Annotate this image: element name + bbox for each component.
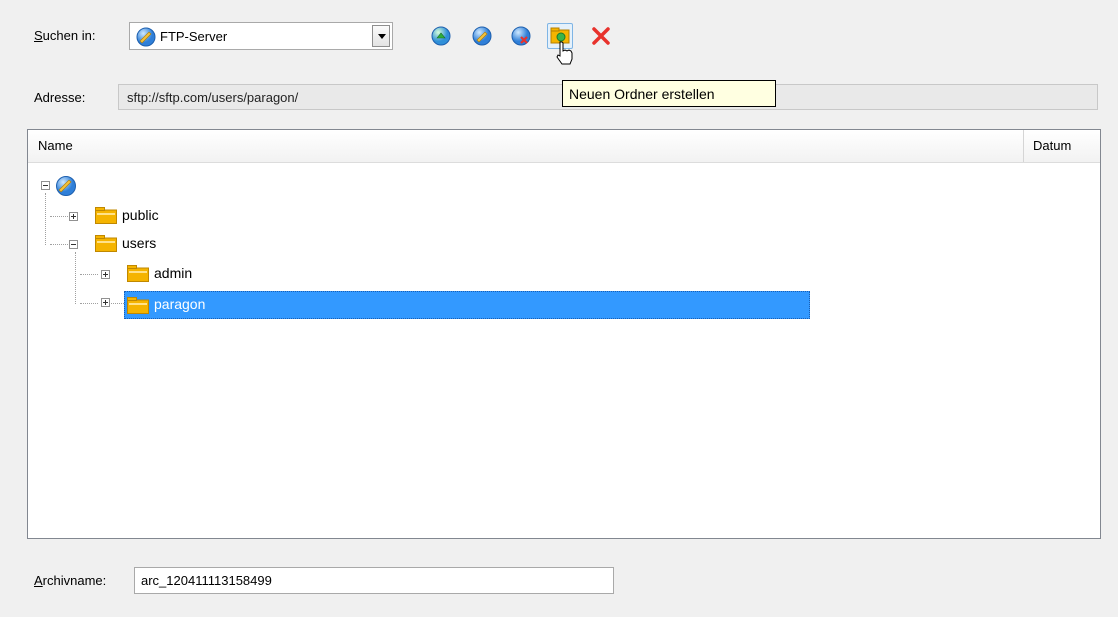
tree-item-public[interactable]: public [28, 205, 328, 227]
globe-delete-icon [511, 26, 531, 46]
search-in-label: Suchen in: [34, 28, 96, 43]
globe-icon [56, 176, 76, 196]
folder-icon [95, 207, 117, 224]
delete-x-icon [592, 27, 610, 45]
tree-item-label: admin [154, 265, 193, 281]
location-combo[interactable]: FTP-Server [129, 22, 393, 50]
collapse-toggle[interactable] [69, 240, 78, 249]
connect-button[interactable] [428, 23, 454, 49]
combo-dropdown-button[interactable] [372, 25, 390, 47]
expand-toggle[interactable] [101, 298, 110, 307]
location-value: FTP-Server [160, 29, 228, 44]
address-value: sftp://sftp.com/users/paragon/ [127, 90, 299, 105]
file-dialog: Suchen in: FTP-Server Adresse: sftp://sf… [0, 0, 1118, 617]
tree-item-label: public [122, 207, 159, 223]
tree-header: Name Datum [28, 130, 1100, 163]
tree-item-label: users [122, 235, 157, 251]
hand-cursor-icon [556, 41, 573, 65]
address-label: Adresse: [34, 90, 86, 105]
folder-tree[interactable]: Name Datum public users admin paragon [27, 129, 1101, 539]
globe-edit-icon [472, 26, 492, 46]
globe-icon [136, 27, 156, 47]
expand-toggle[interactable] [101, 270, 110, 279]
delete-button[interactable] [588, 23, 614, 49]
tree-item-paragon[interactable]: paragon [124, 291, 810, 319]
tooltip: Neuen Ordner erstellen [562, 80, 776, 107]
collapse-toggle[interactable] [41, 181, 50, 190]
expand-toggle[interactable] [69, 212, 78, 221]
column-divider[interactable] [1023, 130, 1024, 162]
delete-connection-button[interactable] [508, 23, 534, 49]
archive-name-label: Archivname: [34, 573, 107, 588]
tree-line [80, 303, 98, 304]
archive-name-input[interactable]: arc_120411113158499 [134, 567, 614, 594]
tree-item-label: paragon [154, 296, 206, 312]
folder-icon [127, 265, 149, 282]
folder-icon [95, 235, 117, 252]
folder-icon [127, 297, 149, 314]
tree-item-admin[interactable]: admin [28, 263, 328, 285]
edit-connection-button[interactable] [469, 23, 495, 49]
column-header-date[interactable]: Datum [1033, 138, 1071, 153]
column-header-name[interactable]: Name [38, 138, 73, 153]
tree-item-users[interactable]: users [28, 234, 328, 256]
globe-up-icon [431, 26, 451, 46]
